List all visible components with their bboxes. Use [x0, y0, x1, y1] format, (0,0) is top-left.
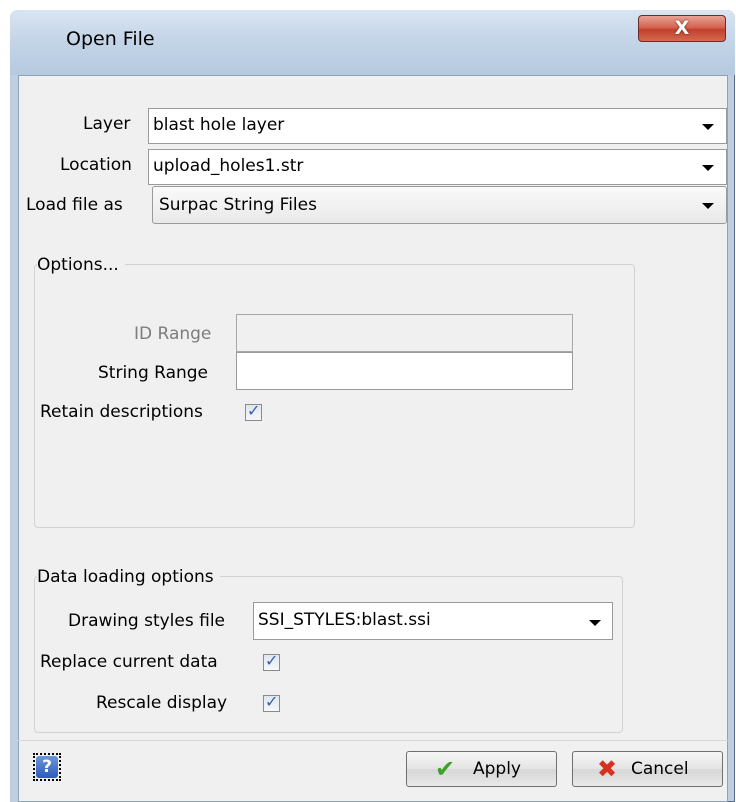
rescale-display-label: Rescale display [96, 693, 228, 713]
chevron-down-icon [589, 620, 601, 626]
replace-data-label: Replace current data [40, 652, 218, 672]
apply-button[interactable]: ✔ Apply [406, 751, 557, 787]
checkmark-icon: ✓ [265, 692, 279, 711]
x-icon: ✖ [597, 755, 618, 783]
string-range-label: String Range [98, 363, 209, 383]
data-loading-group-title: Data loading options [37, 567, 220, 587]
footer-divider [18, 740, 728, 741]
drawing-styles-label: Drawing styles file [68, 611, 226, 631]
string-range-input[interactable] [236, 352, 573, 390]
cancel-button[interactable]: ✖ Cancel [572, 751, 723, 787]
options-group [34, 264, 635, 528]
load-as-value: Surpac String Files [159, 195, 317, 215]
retain-descriptions-label: Retain descriptions [40, 402, 203, 422]
checkmark-icon: ✓ [247, 401, 261, 420]
help-button[interactable]: ? [33, 753, 61, 781]
chevron-down-icon [702, 165, 714, 171]
checkmark-icon: ✔ [435, 755, 456, 783]
drawing-styles-combo[interactable]: SSI_STYLES:blast.ssi [253, 602, 613, 640]
layer-value: blast hole layer [153, 115, 285, 135]
window-border [10, 75, 18, 802]
load-as-select[interactable]: Surpac String Files [152, 186, 727, 224]
checkmark-icon: ✓ [265, 651, 279, 670]
window-title: Open File [66, 28, 155, 50]
load-as-label: Load file as [26, 195, 123, 215]
replace-data-checkbox[interactable]: ✓ [263, 651, 280, 671]
layer-label: Layer [83, 114, 131, 134]
id-range-input[interactable] [236, 314, 573, 352]
drawing-styles-value: SSI_STYLES:blast.ssi [258, 610, 431, 630]
retain-descriptions-checkbox[interactable]: ✓ [245, 401, 262, 421]
chevron-down-icon [702, 203, 714, 209]
close-icon: X [674, 17, 690, 39]
options-group-title: Options... [37, 255, 125, 275]
chevron-down-icon [702, 124, 714, 130]
location-value: upload_holes1.str [153, 156, 304, 176]
layer-combo[interactable]: blast hole layer [148, 108, 727, 144]
close-button[interactable]: X [638, 15, 726, 42]
location-combo[interactable]: upload_holes1.str [148, 149, 727, 185]
rescale-display-checkbox[interactable]: ✓ [263, 692, 280, 712]
id-range-label: ID Range [134, 324, 212, 344]
location-label: Location [60, 155, 132, 175]
apply-label: Apply [473, 759, 521, 779]
cancel-label: Cancel [631, 759, 689, 779]
help-icon: ? [36, 756, 58, 778]
